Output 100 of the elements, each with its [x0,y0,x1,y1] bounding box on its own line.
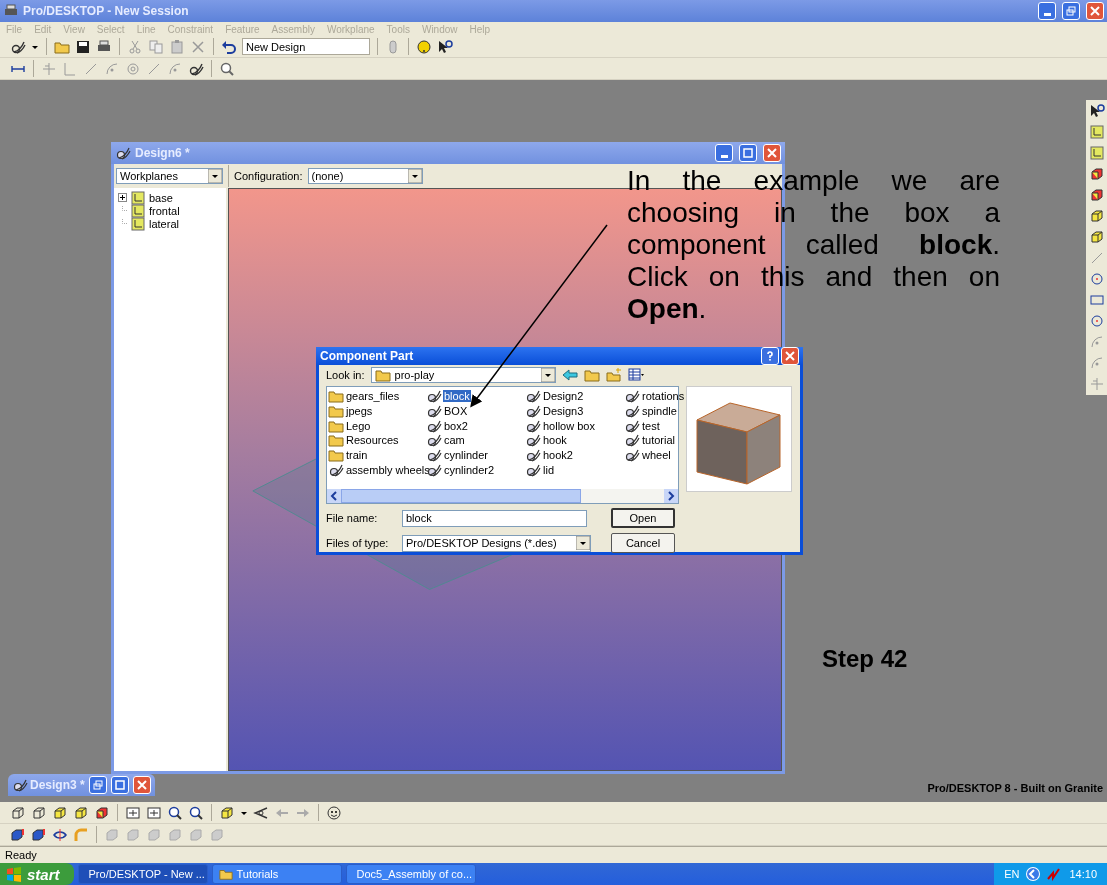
design-entry[interactable]: cynlinder [443,449,490,462]
tree-item[interactable]: base [149,191,173,204]
browser-select[interactable]: Workplanes [116,168,223,184]
restore-button[interactable] [1062,2,1080,20]
design-entry[interactable]: assembly wheels [345,463,431,476]
file-name-field[interactable]: block [402,509,587,527]
folder-icon [374,367,391,383]
chevron-icon[interactable] [1025,866,1042,882]
sketch-plane-icon[interactable] [1088,145,1105,161]
scroll-left-icon[interactable] [327,489,341,503]
files-of-type-label: Files of type: [326,537,390,549]
design-entry[interactable]: cynlinder2 [443,463,496,476]
taskbar-button[interactable]: Doc5_Assembly of co... [345,864,476,884]
workplane-icon [130,202,146,219]
design-entry[interactable]: hook2 [542,449,574,462]
look-in-select[interactable]: pro-play [370,367,556,383]
design-entry[interactable]: Design3 [542,405,585,418]
circle-icon[interactable] [1088,271,1105,287]
colored-cube-icon[interactable] [94,804,110,821]
design-entry[interactable]: rotations [641,390,686,403]
configuration-select[interactable]: (none) [307,168,423,184]
extrude-icon[interactable] [10,826,26,843]
flag-icon [6,866,22,882]
folder-entry[interactable]: Lego [345,419,372,432]
dialog-title: Component Part [320,349,414,363]
up-folder-icon[interactable] [583,367,600,383]
open-button[interactable]: Open [611,508,675,528]
maximize-button[interactable] [739,144,757,162]
close-icon [136,780,147,790]
design-entry[interactable]: block [443,390,471,403]
close-button[interactable] [132,776,151,794]
help-button[interactable] [761,347,779,365]
close-button[interactable] [1086,2,1104,20]
design-entry[interactable]: box2 [443,419,469,432]
minimize-icon [1043,13,1051,16]
folder-entry[interactable]: jpegs [345,405,374,418]
select-icon[interactable] [1088,103,1105,119]
zoom-box-icon[interactable] [146,804,162,821]
minimized-title: Design3 * [30,778,85,792]
folder-entry[interactable]: train [345,449,369,462]
design-entry[interactable]: BOX [443,405,469,418]
folder-entry[interactable]: gears_files [345,390,401,403]
design-entry[interactable]: hook [542,434,568,447]
close-button[interactable] [781,347,799,365]
workplane-icon[interactable] [1088,124,1105,140]
configuration-label: Configuration: [234,170,303,182]
new-folder-icon[interactable] [605,367,622,383]
revolve-icon[interactable] [52,826,68,843]
eye-icon[interactable] [253,804,269,821]
zoom-out-icon[interactable] [188,804,204,821]
delete-icon[interactable] [190,38,206,55]
outline-cube-icon[interactable] [31,804,47,821]
zoom-in-icon[interactable] [167,804,183,821]
restore-icon [92,780,103,790]
file-type-select[interactable]: Pro/DESKTOP Designs (*.des) [402,534,591,552]
folder-entry[interactable]: Resources [345,434,400,447]
design-entry[interactable]: tutorial [641,434,677,447]
maximize-button[interactable] [110,776,129,794]
design-entry[interactable]: cam [443,434,466,447]
close-button[interactable] [763,144,781,162]
step-label: Step 42 [822,645,908,673]
view-cube-icon[interactable] [219,804,235,821]
restore-button[interactable] [88,776,107,794]
save-icon[interactable] [75,38,91,55]
folder-icon [218,867,233,881]
back-icon[interactable] [561,367,578,383]
design-entry[interactable]: Design2 [542,390,585,403]
wireframe-cube-icon[interactable] [10,804,26,821]
design-entry[interactable]: test [641,419,661,432]
horizontal-scrollbar[interactable] [327,489,678,503]
scroll-right-icon[interactable] [664,489,678,503]
design-name-field[interactable]: New Design [242,38,370,55]
zoom-fit-icon[interactable] [125,804,141,821]
taskbar-button[interactable]: Pro/DESKTOP - New ... [77,864,208,884]
arc-icon[interactable] [167,60,183,77]
minimize-button[interactable] [1038,2,1056,20]
view-menu-icon[interactable] [627,367,644,383]
workplane-icon [130,189,146,206]
design-entry[interactable]: wheel [641,449,672,462]
expand-icon[interactable] [118,193,127,202]
taskbar-button[interactable]: Tutorials [211,864,342,884]
cancel-button[interactable]: Cancel [611,533,675,553]
smiley-icon[interactable] [326,804,342,821]
design-title: Design6 * [135,146,190,160]
design-entry[interactable]: spindle [641,405,678,418]
window-title: Pro/DESKTOP - New Session [23,4,189,18]
arc-icon[interactable] [1088,334,1105,350]
tree-item[interactable]: lateral [149,217,179,230]
tree-item[interactable]: frontal [149,204,180,217]
shaded-cube-icon[interactable] [73,804,89,821]
look-in-label: Look in: [326,369,365,381]
minimize-button[interactable] [715,144,733,162]
context-help-icon[interactable] [437,38,453,55]
design-entry[interactable]: lid [542,463,555,476]
rectangle-icon[interactable] [1088,292,1105,308]
paste-icon[interactable] [169,38,185,55]
search-icon[interactable] [219,60,235,77]
close-icon [1090,6,1100,16]
design-entry[interactable]: hollow box [542,419,596,432]
shaded-face-icon[interactable] [52,804,68,821]
